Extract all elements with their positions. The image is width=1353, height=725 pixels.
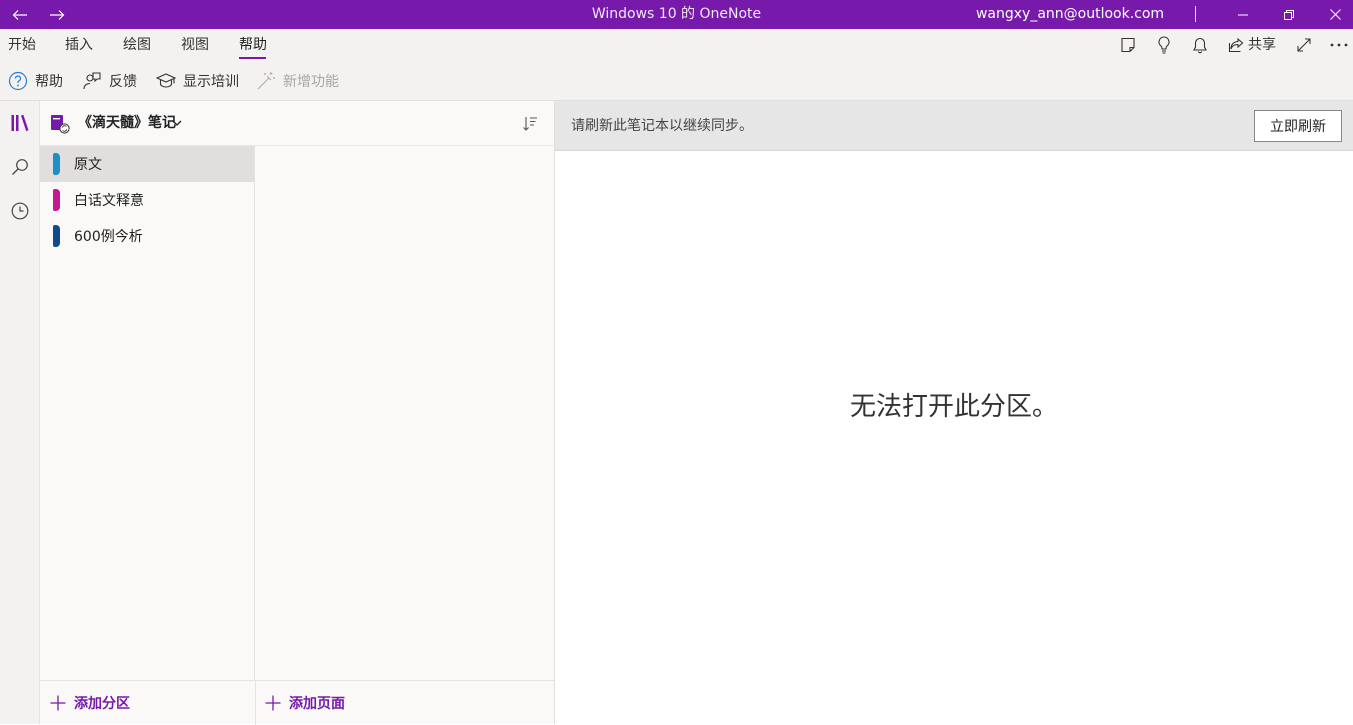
tab-insert[interactable]: 插入 <box>65 29 93 61</box>
notebook-header[interactable]: 《滴天髓》笔记 <box>40 101 555 146</box>
forward-button[interactable] <box>37 0 77 29</box>
restore-button[interactable] <box>1266 0 1312 29</box>
title-bar: Windows 10 的 OneNote wangxy_ann@outlook.… <box>0 0 1353 29</box>
minimize-icon <box>1238 14 1248 15</box>
more-options-button[interactable] <box>1325 29 1353 61</box>
arrow-right-icon <box>50 9 65 20</box>
back-button[interactable] <box>0 0 40 29</box>
ribbon: 帮助 反馈 显示培训 新增功能 <box>0 61 1353 101</box>
tab-view[interactable]: 视图 <box>181 29 209 61</box>
graduation-cap-icon <box>156 73 176 88</box>
notebooks-button[interactable] <box>0 101 40 145</box>
arrow-left-icon <box>12 9 27 20</box>
search-button[interactable] <box>0 145 40 189</box>
clock-icon <box>11 202 29 220</box>
close-button[interactable] <box>1312 0 1353 29</box>
minimize-button[interactable] <box>1220 0 1266 29</box>
section-label: 原文 <box>74 157 102 173</box>
section-item[interactable]: 原文 <box>40 146 254 182</box>
close-icon <box>1329 9 1341 20</box>
active-tab-indicator <box>239 57 266 59</box>
sort-icon[interactable] <box>522 116 538 132</box>
whats-new-button[interactable]: 新增功能 <box>256 61 339 101</box>
bell-icon <box>1193 37 1207 53</box>
sync-notification-bar: 请刷新此笔记本以继续同步。 立即刷新 <box>555 101 1353 151</box>
nav-footer: 添加分区 添加页面 <box>40 680 555 725</box>
help-circle-icon <box>8 71 28 91</box>
add-page-button[interactable]: 添加页面 <box>265 681 345 725</box>
recent-notes-button[interactable] <box>0 189 40 233</box>
refresh-now-button[interactable]: 立即刷新 <box>1254 110 1342 142</box>
sticky-note-icon <box>1121 37 1135 53</box>
notifications-button[interactable] <box>1186 29 1214 61</box>
search-icon <box>12 159 28 175</box>
section-label: 白话文释意 <box>74 193 144 209</box>
lightbulb-icon <box>1158 36 1170 54</box>
section-item[interactable]: 白话文释意 <box>40 182 254 218</box>
show-training-button[interactable]: 显示培训 <box>156 61 239 101</box>
add-section-label: 添加分区 <box>74 696 130 712</box>
help-label: 帮助 <box>35 74 63 90</box>
tab-home[interactable]: 开始 <box>8 29 36 61</box>
title-divider <box>1195 6 1196 22</box>
add-page-label: 添加页面 <box>289 696 345 712</box>
sync-message: 请刷新此笔记本以继续同步。 <box>571 118 753 134</box>
feedback-label: 反馈 <box>109 74 137 90</box>
more-icon <box>1330 43 1348 47</box>
expand-icon <box>1297 38 1311 52</box>
notebook-name: 《滴天髓》笔记 <box>78 115 176 131</box>
section-color-tab <box>53 189 60 211</box>
help-button[interactable]: 帮助 <box>8 61 63 101</box>
tell-me-button[interactable] <box>1150 29 1178 61</box>
feedback-button[interactable]: 反馈 <box>82 61 137 101</box>
menu-tabs-bar: 开始 插入 绘图 视图 帮助 <box>0 29 1353 61</box>
chevron-down-icon[interactable] <box>172 120 182 127</box>
navigation-pane: 《滴天髓》笔记 原文 白话文释意 600例今析 添加分区 添加页面 <box>40 101 555 725</box>
fullscreen-button[interactable] <box>1290 29 1318 61</box>
tab-draw[interactable]: 绘图 <box>123 29 151 61</box>
plus-icon <box>50 695 66 711</box>
pages-list <box>255 146 554 680</box>
feedback-icon <box>83 72 101 90</box>
magic-wand-icon <box>257 72 275 90</box>
share-button[interactable] <box>1222 29 1250 61</box>
footer-divider <box>255 681 256 725</box>
notebook-sync-icon <box>51 115 70 134</box>
section-label: 600例今析 <box>74 229 143 245</box>
page-canvas: 请刷新此笔记本以继续同步。 立即刷新 无法打开此分区。 <box>555 101 1353 724</box>
cannot-open-message: 无法打开此分区。 <box>849 392 1058 422</box>
section-color-tab <box>53 153 60 175</box>
left-rail <box>0 101 40 724</box>
whats-new-label: 新增功能 <box>283 74 339 90</box>
share-icon <box>1228 37 1244 53</box>
account-name[interactable]: wangxy_ann@outlook.com <box>960 0 1180 29</box>
section-item[interactable]: 600例今析 <box>40 218 254 254</box>
restore-icon <box>1284 9 1294 20</box>
sections-list: 原文 白话文释意 600例今析 <box>40 146 255 680</box>
sticky-notes-button[interactable] <box>1114 29 1142 61</box>
show-training-label: 显示培训 <box>183 74 239 90</box>
share-label[interactable]: 共享 <box>1248 29 1276 61</box>
section-color-tab <box>53 225 60 247</box>
add-section-button[interactable]: 添加分区 <box>50 681 130 725</box>
library-icon <box>11 114 29 131</box>
plus-icon <box>265 695 281 711</box>
